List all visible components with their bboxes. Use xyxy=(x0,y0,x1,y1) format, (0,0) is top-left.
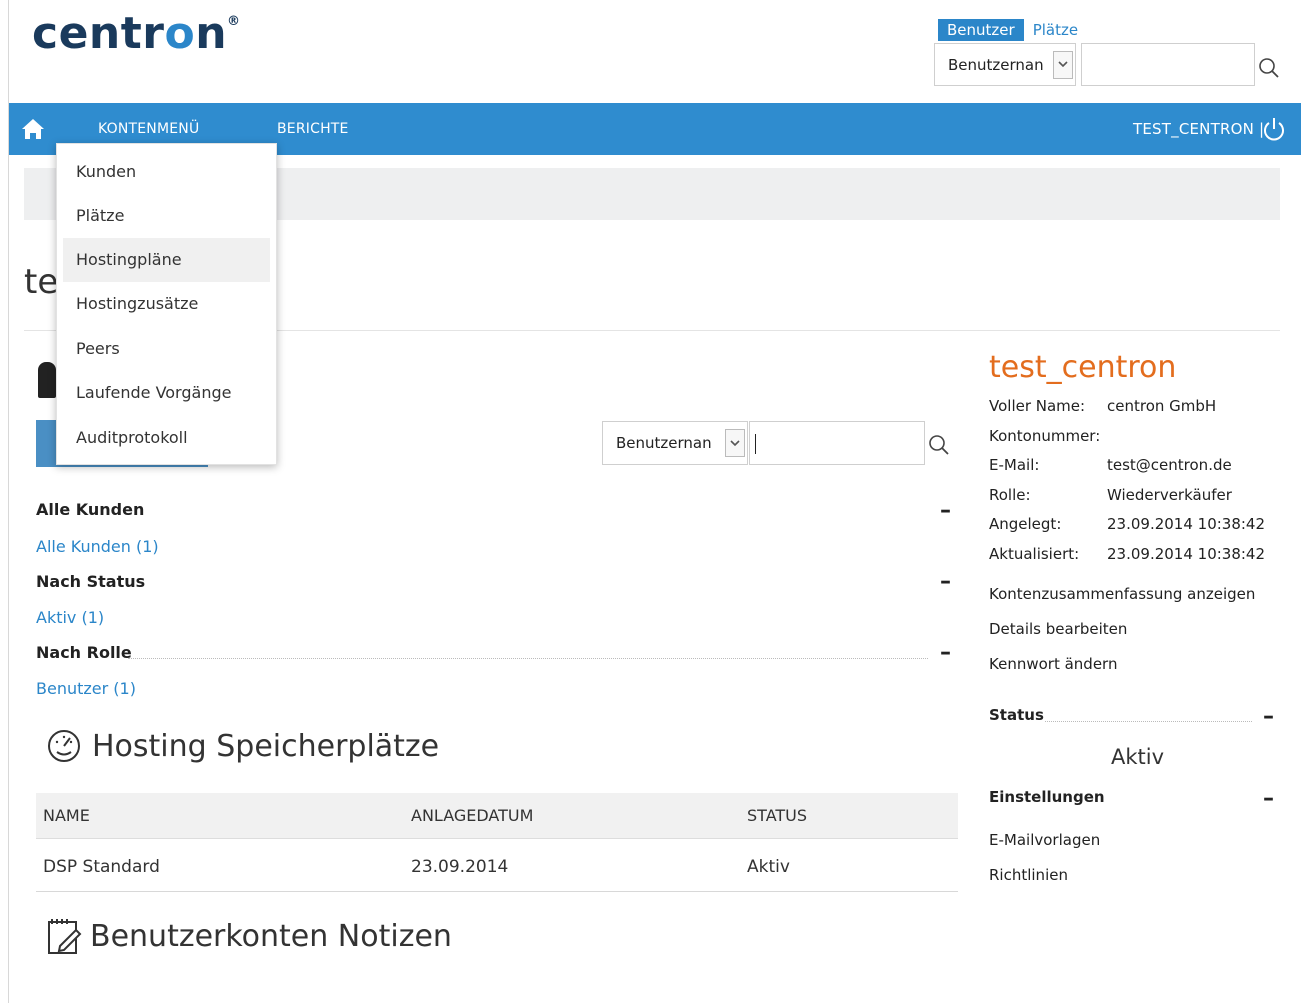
customers-section-icon xyxy=(38,362,56,398)
notes-section-heading: Benutzerkonten Notizen xyxy=(46,916,452,956)
hosting-section-heading: Hosting Speicherplätze xyxy=(46,728,439,764)
field-value-role: Wiederverkäufer xyxy=(1107,486,1232,504)
filter-heading-role: Nach Rolle xyxy=(36,643,132,662)
filter-link-user[interactable]: Benutzer (1) xyxy=(36,679,136,698)
field-label-full-name: Voller Name: xyxy=(989,397,1086,415)
menu-item-hostingzusaetze[interactable]: Hostingzusätze xyxy=(63,282,270,326)
home-icon[interactable] xyxy=(20,103,46,177)
policies-link[interactable]: Richtlinien xyxy=(989,866,1068,884)
collapse-role-button[interactable]: – xyxy=(940,642,951,664)
search-icon[interactable] xyxy=(927,433,951,457)
row-divider xyxy=(36,891,958,892)
customer-search-field-select-value: Benutzernan xyxy=(616,434,712,452)
menu-item-laufende-vorgaenge[interactable]: Laufende Vorgänge xyxy=(63,371,270,415)
settings-heading: Einstellungen xyxy=(989,788,1105,806)
filter-link-active[interactable]: Aktiv (1) xyxy=(36,608,104,627)
field-label-created: Angelegt: xyxy=(989,515,1062,533)
change-password-link[interactable]: Kennwort ändern xyxy=(989,655,1117,673)
collapse-status-panel-button[interactable]: – xyxy=(1263,706,1274,728)
field-value-full-name: centron GmbH xyxy=(1107,397,1217,415)
status-heading: Status xyxy=(989,706,1044,724)
field-value-updated: 23.09.2014 10:38:42 xyxy=(1107,545,1266,563)
logo-registered-mark: ® xyxy=(227,14,241,29)
field-label-account-number: Kontonummer: xyxy=(989,427,1101,445)
menu-item-plaetze[interactable]: Plätze xyxy=(63,194,270,238)
row-date: 23.09.2014 xyxy=(411,857,509,877)
menu-item-auditprotokoll[interactable]: Auditprotokoll xyxy=(63,416,270,460)
header-search-field-select[interactable]: Benutzernan xyxy=(934,43,1076,86)
search-scope-toggle: Benutzer Plätze xyxy=(938,19,1087,41)
show-account-summary-link[interactable]: Kontenzusammenfassung anzeigen xyxy=(989,585,1255,603)
customer-search-input[interactable] xyxy=(749,421,925,465)
field-label-role: Rolle: xyxy=(989,486,1031,504)
table-row: DSP Standard 23.09.2014 Aktiv xyxy=(36,840,958,891)
menu-item-kunden[interactable]: Kunden xyxy=(63,150,270,194)
filter-link-all[interactable]: Alle Kunden (1) xyxy=(36,537,159,556)
field-value-email[interactable]: test@centron.de xyxy=(1107,456,1232,474)
collapse-all-button[interactable]: – xyxy=(940,500,951,522)
customer-search-field-select[interactable]: Benutzernan xyxy=(602,421,748,465)
power-icon[interactable] xyxy=(1261,103,1287,177)
row-status: Aktiv xyxy=(747,857,790,877)
nav-user-name[interactable]: TEST_CENTRON | xyxy=(1133,103,1264,155)
notepad-icon xyxy=(46,916,82,956)
email-templates-link[interactable]: E-Mailvorlagen xyxy=(989,831,1100,849)
column-header-date[interactable]: ANLAGEDATUM xyxy=(411,793,533,839)
page-title: te xyxy=(24,262,59,302)
hosting-section-title: Hosting Speicherplätze xyxy=(92,728,440,764)
chevron-down-icon xyxy=(725,429,745,457)
search-icon[interactable] xyxy=(1257,56,1281,80)
hosting-table-header: NAME ANLAGEDATUM STATUS xyxy=(36,793,958,839)
account-name: test_centron xyxy=(989,350,1177,385)
filter-heading-all: Alle Kunden xyxy=(36,500,145,519)
header-search-field-select-value: Benutzernan xyxy=(948,55,1044,74)
column-header-name[interactable]: NAME xyxy=(43,793,90,839)
column-header-status[interactable]: STATUS xyxy=(747,793,807,839)
notes-section-title: Benutzerkonten Notizen xyxy=(90,918,452,954)
section-divider xyxy=(1045,721,1252,722)
field-value-created: 23.09.2014 10:38:42 xyxy=(1107,515,1266,533)
edit-details-link[interactable]: Details bearbeiten xyxy=(989,620,1127,638)
kontenmenue-dropdown: Kunden Plätze Hostingpläne Hostingzusätz… xyxy=(56,143,277,465)
menu-item-hostingplaene[interactable]: Hostingpläne xyxy=(63,238,270,282)
collapse-status-button[interactable]: – xyxy=(940,571,951,593)
filter-heading-status: Nach Status xyxy=(36,572,146,591)
row-name-link[interactable]: DSP Standard xyxy=(43,857,160,877)
scope-plaetze-tab[interactable]: Plätze xyxy=(1024,19,1087,41)
field-label-updated: Aktualisiert: xyxy=(989,545,1080,563)
collapse-settings-button[interactable]: – xyxy=(1263,788,1274,810)
chevron-down-icon xyxy=(1053,50,1073,79)
section-divider xyxy=(128,658,928,659)
status-value: Aktiv xyxy=(1111,745,1165,769)
gauge-icon xyxy=(46,728,82,764)
logo-text: centron xyxy=(32,8,228,59)
menu-item-peers[interactable]: Peers xyxy=(63,327,270,371)
field-label-email: E-Mail: xyxy=(989,456,1040,474)
nav-berichte[interactable]: BERICHTE xyxy=(277,103,349,155)
logo[interactable]: centron® xyxy=(32,8,241,59)
header-search-input[interactable] xyxy=(1081,43,1255,86)
text-cursor xyxy=(755,434,756,454)
scope-benutzer-tab[interactable]: Benutzer xyxy=(938,19,1024,41)
